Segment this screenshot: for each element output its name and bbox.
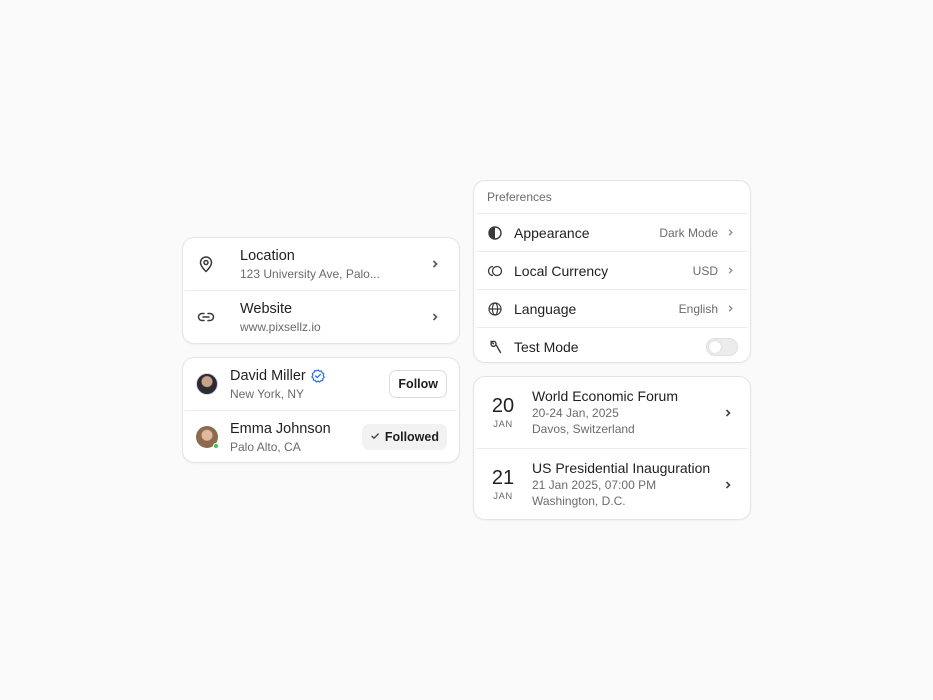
currency-icon	[487, 263, 503, 279]
event-date: 21 JAN	[488, 467, 518, 502]
person-location: New York, NY	[230, 386, 305, 401]
pref-row-appearance[interactable]: Appearance Dark Mode	[474, 214, 750, 251]
website-title: Website	[240, 300, 293, 317]
person-location: Palo Alto, CA	[230, 439, 301, 454]
website-row[interactable]: Website www.pixsellz.io	[183, 291, 459, 343]
follow-button[interactable]: Follow	[389, 370, 447, 398]
event-date-range: 21 Jan 2025, 07:00 PM	[532, 478, 657, 492]
people-card: David Miller New York, NY Follow Emma Jo…	[182, 357, 460, 463]
toggle-knob	[709, 340, 721, 353]
event-month: JAN	[493, 419, 513, 430]
preferences-header: Preferences	[487, 190, 552, 204]
pref-row-currency[interactable]: Local Currency USD	[474, 252, 750, 289]
event-day: 21	[491, 467, 515, 489]
followed-label: Followed	[384, 430, 439, 444]
chevron-right-icon[interactable]	[427, 309, 443, 325]
event-date-range: 20-24 Jan, 2025	[532, 406, 619, 420]
check-icon	[370, 430, 380, 444]
chevron-right-icon[interactable]	[720, 405, 736, 421]
pref-value: Dark Mode	[659, 225, 718, 240]
website-url: www.pixsellz.io	[240, 319, 321, 334]
contrast-icon	[487, 225, 503, 241]
pref-row-test-mode: Test Mode	[474, 328, 750, 362]
test-mode-toggle[interactable]	[706, 337, 738, 356]
location-address: 123 University Ave, Palo...	[240, 266, 380, 281]
wrench-icon	[487, 339, 503, 355]
preferences-card: Preferences Appearance Dark Mode Local C…	[473, 180, 751, 363]
contact-card: Location 123 University Ave, Palo... Web…	[182, 237, 460, 344]
pref-label: Local Currency	[514, 262, 609, 279]
event-row[interactable]: 21 JAN US Presidential Inauguration 21 J…	[474, 449, 750, 519]
person-name: David Miller	[230, 367, 306, 384]
pref-label: Test Mode	[514, 338, 579, 355]
chevron-right-icon[interactable]	[720, 477, 736, 493]
person-row: Emma Johnson Palo Alto, CA Followed	[183, 411, 459, 462]
verified-badge-icon	[310, 368, 325, 383]
event-place: Davos, Switzerland	[532, 422, 635, 436]
chevron-right-icon[interactable]	[427, 256, 443, 272]
person-name: Emma Johnson	[230, 420, 331, 437]
link-icon	[197, 308, 215, 326]
pref-row-language[interactable]: Language English	[474, 290, 750, 327]
pref-label: Language	[514, 300, 577, 317]
avatar[interactable]	[196, 373, 218, 395]
chevron-right-icon[interactable]	[722, 225, 738, 241]
event-place: Washington, D.C.	[532, 494, 626, 508]
events-card: 20 JAN World Economic Forum 20-24 Jan, 2…	[473, 376, 751, 520]
online-status-dot	[213, 443, 219, 449]
event-month: JAN	[493, 491, 513, 502]
followed-button[interactable]: Followed	[361, 424, 447, 450]
event-date: 20 JAN	[488, 395, 518, 430]
event-title: US Presidential Inauguration	[532, 460, 711, 476]
avatar[interactable]	[196, 426, 219, 449]
person-row: David Miller New York, NY Follow	[183, 358, 459, 410]
location-title: Location	[240, 247, 295, 264]
event-title: World Economic Forum	[532, 388, 679, 404]
event-day: 20	[491, 395, 515, 417]
pref-label: Appearance	[514, 224, 590, 241]
pref-value: USD	[692, 263, 718, 278]
map-pin-icon	[197, 255, 215, 273]
chevron-right-icon[interactable]	[722, 263, 738, 279]
pref-value: English	[678, 301, 718, 316]
event-row[interactable]: 20 JAN World Economic Forum 20-24 Jan, 2…	[474, 377, 750, 448]
globe-icon	[487, 301, 503, 317]
location-row[interactable]: Location 123 University Ave, Palo...	[183, 238, 459, 290]
chevron-right-icon[interactable]	[722, 301, 738, 317]
